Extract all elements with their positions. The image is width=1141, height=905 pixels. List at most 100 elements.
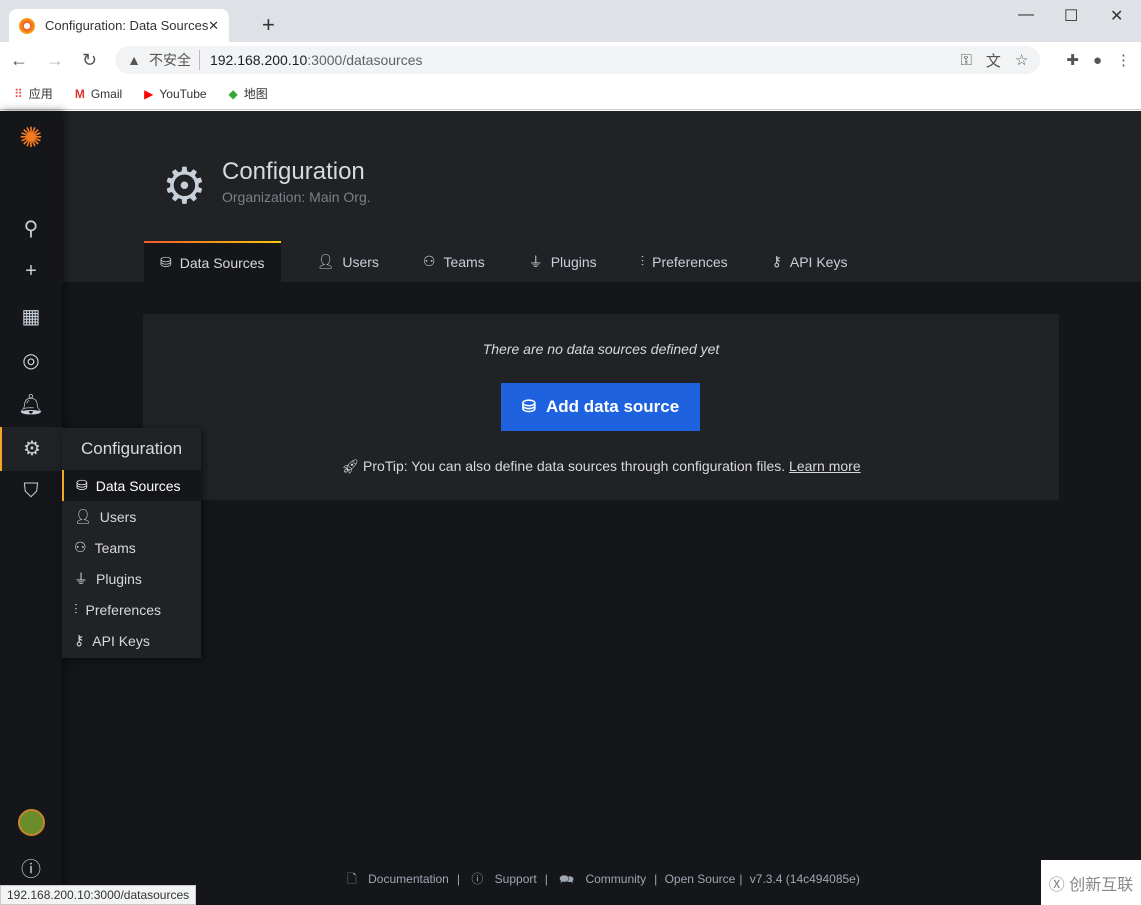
dashboards-icon[interactable]: ▦ (0, 304, 62, 329)
bookmark-youtube[interactable]: ▶ YouTube (144, 87, 206, 101)
new-tab-icon[interactable]: + (262, 12, 275, 38)
menu-item-data-sources[interactable]: ⛁ Data Sources (62, 470, 201, 501)
grafana-logo-icon[interactable]: ✺ (0, 121, 62, 154)
footer-version: v7.3.4 (14c494085e) (749, 872, 860, 886)
tab-plugins[interactable]: ⏚ Plugins (513, 241, 613, 282)
url-input[interactable]: ▲ 不安全 192.168.200.10:3000/datasources ⚿ … (115, 46, 1041, 74)
explore-compass-icon[interactable]: ◎ (0, 348, 62, 373)
bookmark-label: 地图 (243, 87, 268, 101)
bookmark-maps[interactable]: ◆ 地图 (229, 85, 268, 102)
document-icon: 🗋 (347, 872, 357, 886)
tab-label: Users (342, 253, 379, 270)
back-icon[interactable]: ← (10, 50, 28, 71)
configuration-flyout-menu: Configuration ⛁ Data Sources 👤︎ Users ⚇ Tea… (62, 428, 201, 658)
bookmark-label: Gmail (90, 86, 123, 101)
footer-label: Documentation (368, 872, 449, 886)
tab-teams[interactable]: ⚇ Teams (407, 241, 501, 282)
button-label: Add data source (546, 397, 680, 416)
minimize-icon[interactable]: — (1018, 6, 1034, 24)
protip-text: ProTip: You can also define data sources… (363, 458, 786, 474)
menu-label: Preferences (85, 601, 161, 618)
configuration-gear-icon[interactable]: ⚙ (0, 427, 62, 471)
url-path: :3000/datasources (307, 52, 423, 68)
add-data-source-button[interactable]: ⛁ Add data source (501, 383, 700, 431)
footer-documentation-link[interactable]: 🗋 Documentation (343, 872, 453, 886)
menu-label: API Keys (92, 632, 150, 649)
tab-preferences[interactable]: ⫶ Preferences (625, 241, 744, 282)
footer: 🗋 Documentation | ⓘ Support | 🗪 Community |… (62, 870, 1141, 891)
users-icon: ⚇ (422, 253, 436, 269)
reload-icon[interactable]: ↻ (82, 50, 97, 71)
gmail-icon: M (74, 86, 85, 101)
insecure-label: 不安全 (149, 50, 200, 70)
maps-icon: ◆ (228, 86, 238, 101)
page-subtitle: Organization: Main Org. (222, 189, 371, 205)
database-icon: ⛁ (160, 254, 172, 270)
menu-item-api-keys[interactable]: ⚷ API Keys (62, 625, 201, 656)
menu-title[interactable]: Configuration (62, 428, 201, 470)
translate-icon[interactable]: 文 (986, 50, 1001, 71)
alerting-bell-icon[interactable]: 🔔︎ (0, 392, 62, 417)
sliders-icon: ⫶ (640, 253, 645, 269)
close-tab-icon[interactable]: ✕ (208, 18, 219, 34)
tab-api-keys[interactable]: ⚷ API Keys (756, 241, 864, 282)
warning-icon: ▲ (127, 52, 141, 68)
empty-message: There are no data sources defined yet (482, 341, 720, 357)
tab-label: API Keys (789, 253, 848, 270)
help-icon[interactable]: ⓘ (0, 853, 62, 882)
user-icon: 👤︎ (316, 253, 335, 269)
tab-users[interactable]: 👤︎ Users (301, 241, 395, 282)
key-icon[interactable]: ⚿ (960, 52, 971, 69)
bookmark-gmail[interactable]: M Gmail (75, 87, 122, 101)
watermark-logo: Ⓧ 创新互联 (1041, 860, 1141, 905)
user-avatar[interactable] (18, 809, 45, 836)
bookmark-label: YouTube (159, 86, 207, 101)
forward-icon[interactable]: → (46, 50, 64, 71)
question-circle-icon: ⓘ (471, 872, 484, 886)
footer-support-link[interactable]: ⓘ Support (467, 872, 540, 886)
server-admin-shield-icon[interactable]: ⛉ (0, 480, 62, 503)
gear-icon: ⚙ (162, 158, 207, 214)
tab-title: Configuration: Data Sources - (45, 18, 209, 33)
footer-label: Community (585, 872, 647, 886)
bookmark-apps[interactable]: ⠿ 应用 (14, 85, 53, 102)
status-bar-url: 192.168.200.10:3000/datasources (0, 885, 197, 905)
comments-icon: 🗪 (559, 872, 575, 886)
footer-label: Support (494, 872, 537, 886)
search-icon[interactable]: ⚲ (0, 216, 62, 241)
browser-tab-bar: Configuration: Data Sources - ✕ + — ☐ ✕ (0, 0, 1141, 42)
grafana-app: ⚙ Configuration Organization: Main Org. … (0, 111, 1141, 905)
learn-more-link[interactable]: Learn more (789, 458, 861, 474)
apps-grid-icon: ⠿ (14, 86, 23, 101)
tab-label: Data Sources (179, 254, 265, 271)
tab-label: Plugins (550, 253, 597, 270)
menu-item-users[interactable]: 👤︎ Users (62, 501, 201, 532)
menu-label: Data Sources (95, 477, 181, 494)
grafana-favicon-icon (19, 17, 35, 34)
browser-tab[interactable]: Configuration: Data Sources - ✕ (9, 9, 229, 42)
sliders-icon: ⫶ (74, 601, 78, 617)
plug-icon: ⏚ (528, 253, 543, 270)
close-window-icon[interactable]: ✕ (1110, 6, 1123, 26)
menu-label: Users (99, 508, 137, 525)
plug-icon: ⏚ (74, 570, 88, 587)
menu-item-plugins[interactable]: ⏚ Plugins (62, 563, 201, 594)
users-icon: ⚇ (74, 539, 87, 555)
profile-icon[interactable]: ● (1093, 52, 1102, 69)
star-icon[interactable]: ☆ (1015, 51, 1028, 69)
tab-data-sources[interactable]: ⛁ Data Sources (144, 241, 281, 282)
menu-item-teams[interactable]: ⚇ Teams (62, 532, 201, 563)
user-icon: 👤︎ (74, 508, 92, 524)
menu-item-preferences[interactable]: ⫶ Preferences (62, 594, 201, 625)
page-title: Configuration (222, 158, 365, 185)
database-icon: ⛁ (76, 477, 88, 493)
plus-icon[interactable]: + (0, 260, 62, 283)
menu-icon[interactable]: ⋮ (1116, 51, 1131, 69)
footer-community-link[interactable]: 🗪 Community (555, 872, 650, 886)
rocket-icon: 🚀︎ (341, 458, 360, 474)
extensions-icon[interactable]: ✚ (1066, 51, 1079, 69)
maximize-icon[interactable]: ☐ (1064, 6, 1078, 26)
footer-open-source-link[interactable]: Open Source (665, 872, 736, 886)
url-host: 192.168.200.10 (209, 52, 308, 68)
page-tabs: ⛁ Data Sources 👤︎ Users ⚇ Teams ⏚ Plugins ⫶ P… (144, 241, 867, 282)
